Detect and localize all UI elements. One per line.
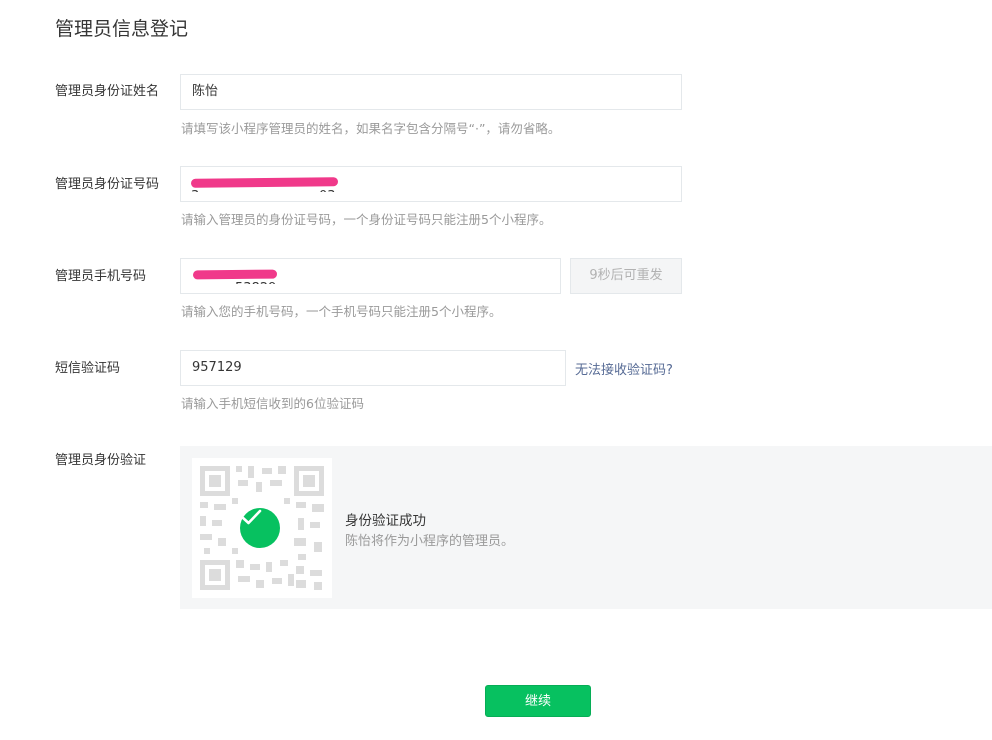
- continue-button[interactable]: 继续: [485, 685, 591, 717]
- sms-code-input[interactable]: 957129: [180, 350, 566, 386]
- verify-status-desc: 陈怡将作为小程序的管理员。: [345, 534, 515, 549]
- identity-verify-panel: 身份验证成功 陈怡将作为小程序的管理员。: [180, 446, 992, 609]
- id-number-hint: 请输入管理员的身份证号码，一个身份证号码只能注册5个小程序。: [181, 212, 552, 227]
- cannot-receive-code-link[interactable]: 无法接收验证码?: [575, 359, 673, 378]
- page-title: 管理员信息登记: [55, 18, 189, 40]
- phone-hint: 请输入您的手机号码，一个手机号码只能注册5个小程序。: [181, 304, 502, 319]
- identity-verify-label: 管理员身份验证: [55, 453, 147, 468]
- check-circle-icon: [240, 508, 280, 548]
- phone-label: 管理员手机号码: [55, 269, 147, 284]
- verify-status-title: 身份验证成功: [345, 513, 426, 529]
- sms-code-label: 短信验证码: [55, 361, 121, 376]
- resend-code-button[interactable]: 9秒后可重发: [570, 258, 682, 294]
- redaction-mark: [192, 269, 278, 280]
- name-hint: 请填写该小程序管理员的姓名，如果名字包含分隔号“·”，请勿省略。: [181, 121, 561, 136]
- sms-code-hint: 请输入手机短信收到的6位验证码: [181, 396, 364, 411]
- id-number-input[interactable]: 3 03: [180, 166, 682, 202]
- id-number-label: 管理员身份证号码: [55, 177, 160, 192]
- name-input[interactable]: 陈怡: [180, 74, 682, 110]
- name-label: 管理员身份证姓名: [55, 84, 160, 99]
- qr-code: [192, 458, 332, 598]
- redaction-mark: [190, 177, 339, 188]
- phone-input[interactable]: 53829: [180, 258, 561, 294]
